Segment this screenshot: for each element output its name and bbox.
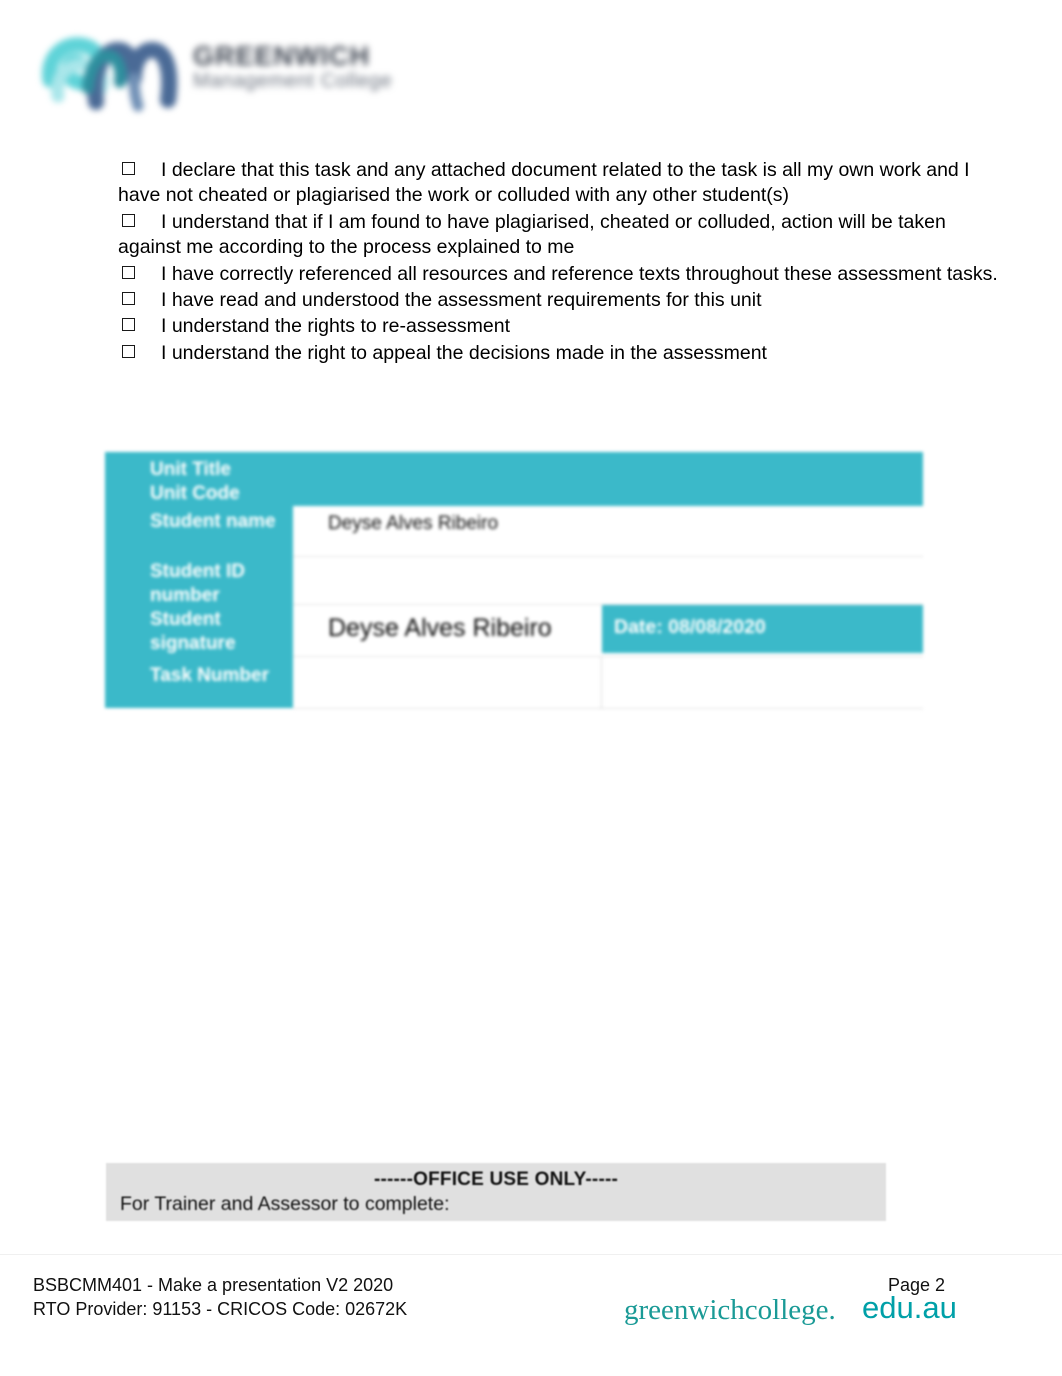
- footer-unit-line: BSBCMM401 - Make a presentation V2 2020: [33, 1275, 394, 1295]
- row-label-unit-title: Unit Title: [105, 456, 293, 482]
- declaration-text: I have correctly referenced all resource…: [161, 262, 998, 285]
- footer-rto-line: RTO Provider: 91153 - CRICOS Code: 02672…: [33, 1299, 408, 1319]
- row-label-task-number: Task Number: [105, 656, 293, 708]
- declaration-item: I understand that if I am found to have …: [118, 210, 998, 261]
- declaration-text: I understand the rights to re-assessment: [161, 315, 511, 338]
- row-value-unit-title[interactable]: [293, 456, 923, 480]
- declaration-item: I declare that this task and any attache…: [118, 158, 998, 209]
- office-use-title: ------OFFICE USE ONLY-----: [373, 1169, 619, 1190]
- row-value-student-id[interactable]: [293, 557, 923, 604]
- empty-checkbox-icon[interactable]: [122, 318, 135, 332]
- college-logo: GREENWICH Management College: [38, 16, 438, 128]
- declaration-item: I understand the right to appeal the dec…: [118, 341, 998, 366]
- row-label-student-id: Student ID number: [105, 556, 293, 606]
- office-use-subtitle: For Trainer and Assessor to complete:: [120, 1193, 450, 1215]
- empty-checkbox-icon[interactable]: [122, 265, 135, 279]
- declaration-text: I understand the right to appeal the dec…: [161, 341, 767, 364]
- row-value-task-number[interactable]: [293, 657, 601, 708]
- row-value-student-signature[interactable]: Deyse Alves Ribeiro: [293, 605, 602, 656]
- declaration-item: I have read and understood the assessmen…: [118, 288, 998, 313]
- row-value-unit-code[interactable]: [293, 480, 923, 504]
- declaration-list: I declare that this task and any attache…: [118, 158, 998, 367]
- row-label-unit-code: Unit Code: [105, 480, 293, 506]
- college-subtitle: Management College: [193, 70, 393, 93]
- footer-brand: greenwichcollege.: [624, 1294, 836, 1326]
- footer-domain: edu.au: [862, 1290, 957, 1325]
- declaration-item: I have correctly referenced all resource…: [118, 262, 998, 287]
- empty-checkbox-icon[interactable]: [122, 162, 135, 175]
- footer-divider: [0, 1254, 1062, 1255]
- signature-date: Date: 08/08/2020: [602, 605, 923, 653]
- student-info-table: Unit Title Unit Code Student name Deyse …: [100, 452, 925, 712]
- empty-checkbox-icon[interactable]: [122, 213, 135, 227]
- declaration-item: I understand the rights to re-assessment: [118, 314, 998, 339]
- declaration-text: I have read and understood the assessmen…: [161, 289, 762, 312]
- office-use-block: ------OFFICE USE ONLY----- For Trainer a…: [106, 1163, 886, 1221]
- greenwich-swirl-logo-icon: [42, 37, 178, 112]
- row-separator: [293, 708, 923, 709]
- empty-checkbox-icon[interactable]: [122, 292, 135, 306]
- college-name: GREENWICH: [193, 41, 370, 71]
- row-value-student-name[interactable]: Deyse Alves Ribeiro: [293, 506, 923, 556]
- row-label-student-signature: Student signature: [105, 604, 293, 656]
- row-label-student-name: Student name: [105, 506, 293, 556]
- college-wordmark: GREENWICH Management College: [193, 41, 438, 93]
- declaration-text: I declare that this task and any attache…: [118, 159, 970, 207]
- empty-checkbox-icon[interactable]: [122, 344, 135, 358]
- declaration-text: I understand that if I am found to have …: [118, 210, 946, 259]
- row-value-task-number-second[interactable]: [602, 657, 923, 708]
- footer-unit-info: BSBCMM401 - Make a presentation V2 2020 …: [33, 1273, 407, 1321]
